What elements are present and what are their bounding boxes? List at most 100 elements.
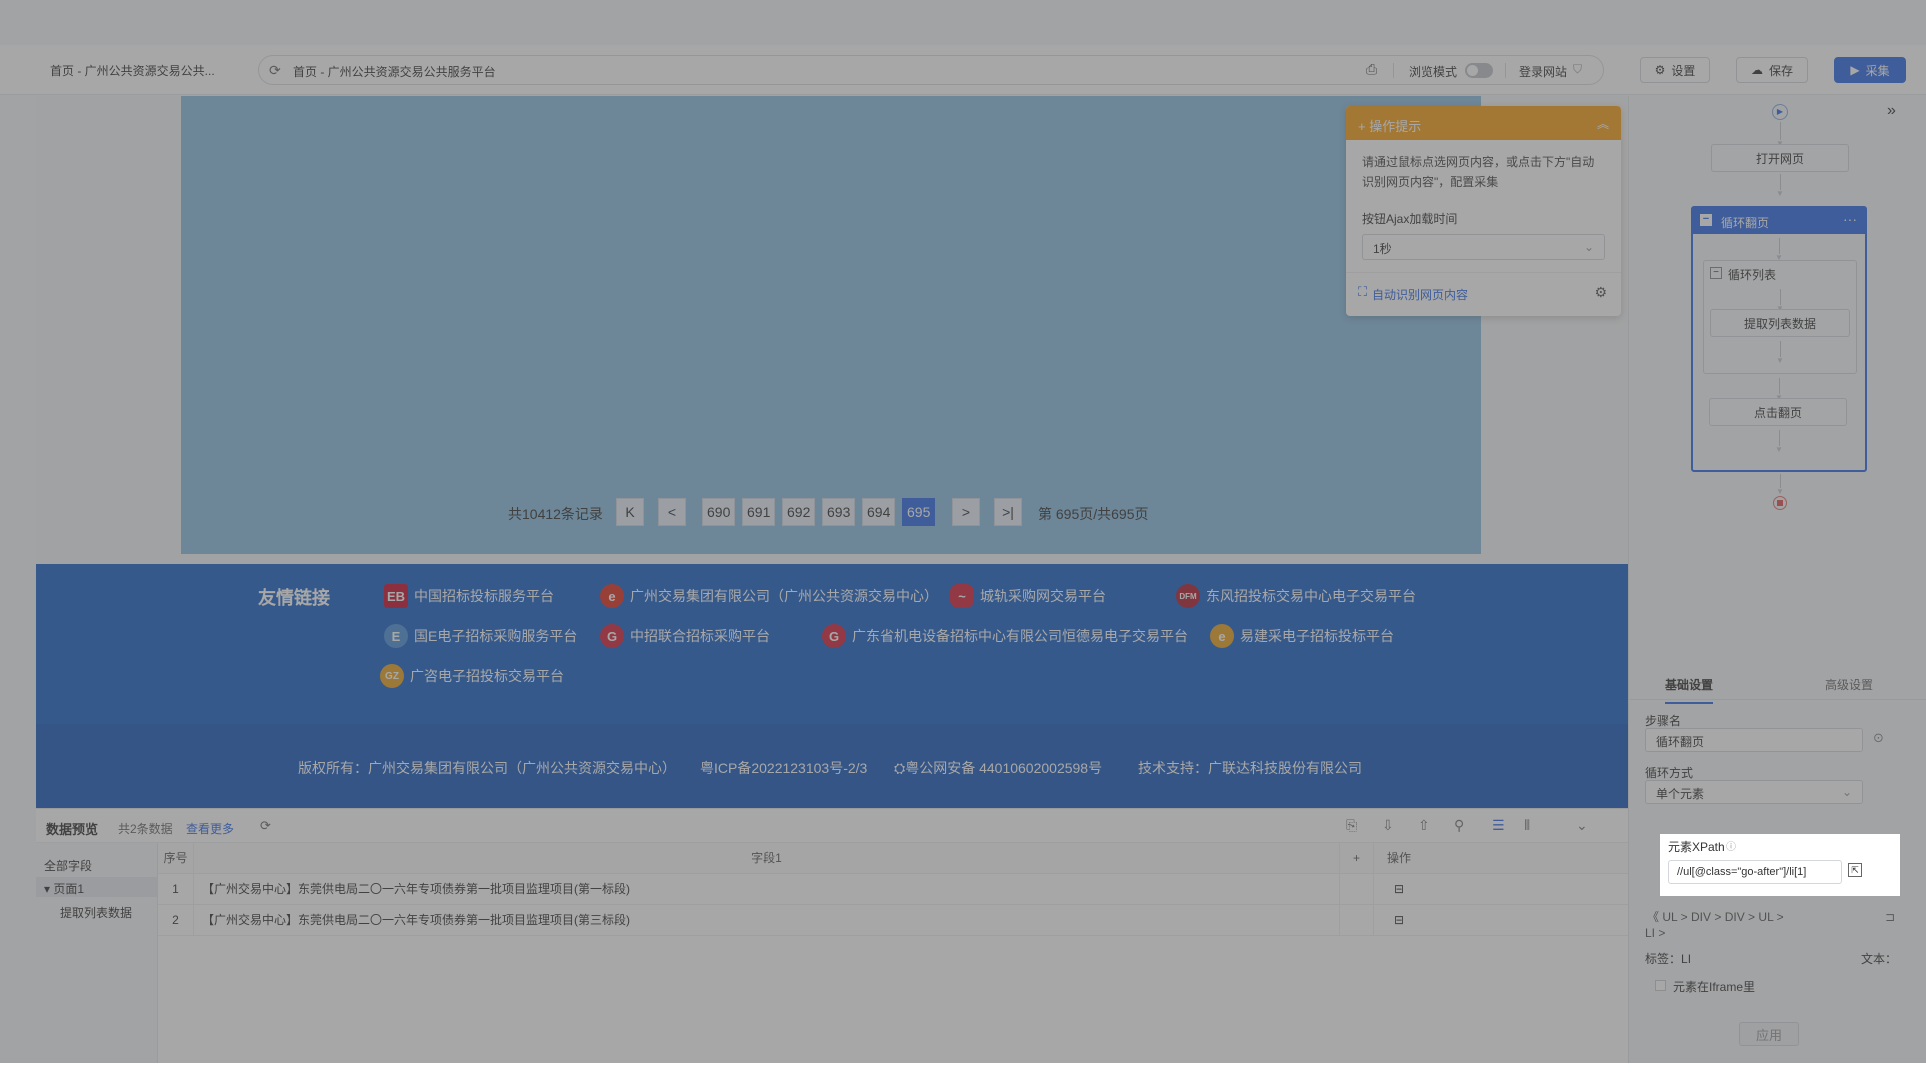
browser-tab-title[interactable]: 首页 - 广州公共资源交易公共... [50, 62, 215, 79]
crumb-item[interactable]: UL [1758, 910, 1773, 924]
address-bar[interactable]: ⟳ 首页 - 广州公共资源交易公共服务平台 ⎙ 浏览模式 登录网站 ⛉ [258, 55, 1604, 85]
tab-advanced-settings[interactable]: 高级设置 [1825, 676, 1873, 693]
xpath-highlight-box: 元素XPath ⓘ //ul[@class="go-after"]/li[1] … [1660, 834, 1900, 896]
table-row[interactable]: 1 【广州交易中心】东莞供电局二〇一六年专项债券第一批项目监理项目(第一标段) … [158, 874, 1628, 905]
friend-link[interactable]: GZ 广咨电子招投标交易平台 [380, 664, 564, 688]
friend-link[interactable]: ~ 城轨采购网交易平台 [950, 584, 1106, 608]
copy-path-icon[interactable]: ⊐ [1885, 910, 1895, 924]
flow-node-click-page[interactable]: 点击翻页 [1709, 398, 1847, 426]
save-button[interactable]: ☁ 保存 [1736, 57, 1808, 83]
row-action-icon[interactable]: ⊟ [1374, 874, 1424, 905]
friend-link[interactable]: DFM 东风招投标交易中心电子交易平台 [1176, 584, 1416, 608]
table-row[interactable]: 2 【广州交易中心】东莞供电局二〇一六年专项债券第一批项目监理项目(第三标段) … [158, 905, 1628, 936]
filter-icon[interactable]: ⚲ [1454, 817, 1464, 834]
add-column-button[interactable]: + [1340, 843, 1374, 874]
pager-page-button[interactable]: 692 [782, 498, 816, 526]
page-content-area[interactable] [181, 96, 1481, 554]
loop-mode-select[interactable]: 单个元素 ⌄ [1645, 780, 1863, 804]
more-icon[interactable]: ··· [1843, 211, 1857, 227]
divider [1505, 63, 1506, 78]
yijiancai-logo-icon: e [1210, 624, 1234, 648]
pager-active-page[interactable]: 695 [902, 498, 936, 526]
flow-node-loop-page[interactable]: − 循环翻页 ··· − 循环列表 提取列表数据 点击翻页 [1691, 206, 1867, 472]
friend-link[interactable]: EB 中国招标投标服务平台 [384, 584, 554, 608]
friend-link-label: 中国招标投标服务平台 [414, 588, 554, 604]
crumb-item[interactable]: UL [1662, 910, 1677, 924]
crumb-item[interactable]: DIV [1725, 910, 1745, 924]
refresh-icon[interactable]: ⟳ [269, 62, 285, 78]
column-header[interactable]: 字段1 [194, 843, 1340, 874]
upload-icon[interactable]: ⇧ [1418, 817, 1430, 834]
login-site-button[interactable]: 登录网站 [1519, 63, 1567, 80]
help-icon[interactable]: ⓘ [1726, 838, 1736, 853]
collapse-panel-icon[interactable]: ⌄ [1576, 817, 1588, 834]
pager-last-button[interactable]: >| [994, 498, 1022, 526]
auto-detect-button[interactable]: 自动识别网页内容 [1372, 286, 1468, 303]
pager-page-button[interactable]: 690 [702, 498, 736, 526]
pager-prev-button[interactable]: < [658, 498, 686, 526]
copyright-owner: 版权所有：广州交易集团有限公司（广州公共资源交易中心） [298, 760, 676, 776]
gear-icon[interactable]: ⚙ [1594, 284, 1607, 301]
settings-button[interactable]: ⚙ 设置 [1640, 57, 1710, 83]
start-node-icon: ▶ [1772, 104, 1788, 120]
flow-node-extract-list[interactable]: 提取列表数据 [1710, 309, 1850, 337]
ajax-time-select[interactable]: 1秒 ⌄ [1362, 234, 1605, 260]
pager-page-button[interactable]: 694 [862, 498, 896, 526]
refresh-icon[interactable]: ⟳ [260, 818, 271, 834]
import-icon[interactable]: ⇩ [1382, 817, 1394, 834]
collapse-minus-icon[interactable]: − [1710, 267, 1722, 279]
crumb-back[interactable]: 《 [1647, 910, 1659, 924]
flow-node-open-page[interactable]: 打开网页 [1711, 144, 1849, 172]
flow-node-loop-list[interactable]: − 循环列表 提取列表数据 [1703, 260, 1857, 374]
bottom-margin [0, 1063, 1926, 1086]
collapse-icon[interactable]: ︽ [1597, 115, 1609, 132]
tips-plus-icon: + [1358, 119, 1370, 134]
friend-link[interactable]: e 易建采电子招标投标平台 [1210, 624, 1394, 648]
crumb-item[interactable]: DIV [1691, 910, 1711, 924]
view-more-link[interactable]: 查看更多 [186, 820, 234, 837]
pager-page-button[interactable]: 693 [822, 498, 856, 526]
row-cell[interactable]: 【广州交易中心】东莞供电局二〇一六年专项债券第一批项目监理项目(第一标段) [194, 874, 1340, 905]
expand-panel-icon[interactable]: » [1887, 102, 1896, 120]
browse-mode-toggle[interactable] [1465, 63, 1493, 78]
friend-link[interactable]: G 中招联合招标采购平台 [600, 624, 770, 648]
police-record[interactable]: ⛭粤公网安备 44010602002598号 [894, 758, 1102, 778]
friend-link[interactable]: G 广东省机电设备招标中心有限公司恒德易电子交易平台 [822, 624, 1188, 648]
row-cell[interactable]: 【广州交易中心】东莞供电局二〇一六年专项债券第一批项目监理项目(第三标段) [194, 905, 1340, 936]
row-action-icon[interactable]: ⊟ [1374, 905, 1424, 936]
tree-all-fields[interactable]: 全部字段 [44, 857, 92, 874]
step-name-input[interactable]: 循环翻页 [1645, 728, 1863, 752]
icp-number[interactable]: 粤ICP备2022123103号-2/3 [700, 758, 867, 778]
tree-page1-label: 页面1 [53, 882, 85, 896]
tree-extract-list[interactable]: 提取列表数据 [60, 904, 132, 921]
loop-page-header[interactable]: − 循环翻页 ··· [1693, 208, 1865, 234]
iframe-checkbox[interactable] [1655, 980, 1666, 991]
dfm-logo-icon: DFM [1176, 584, 1200, 608]
pager-page-button[interactable]: 691 [742, 498, 776, 526]
list-view-icon[interactable]: ☰ [1492, 817, 1505, 834]
element-picker-icon[interactable]: ⇱ [1848, 863, 1862, 877]
address-bar-url[interactable]: 首页 - 广州公共资源交易公共服务平台 [293, 63, 496, 80]
crumb-item[interactable]: LI [1645, 926, 1655, 940]
tech-support: 技术支持：广联达科技股份有限公司 [1138, 760, 1362, 776]
pager-first-button[interactable]: K [616, 498, 644, 526]
tab-basic-settings[interactable]: 基础设置 [1665, 676, 1714, 704]
export-icon[interactable]: ⎘ [1346, 817, 1357, 834]
gear-icon: ⚙ [1654, 63, 1666, 77]
xpath-input[interactable]: //ul[@class="go-after"]/li[1] [1668, 860, 1842, 884]
tree-page1[interactable]: ▾ 页面1 [36, 877, 158, 897]
page-info-icon[interactable]: ⎙ [1366, 61, 1377, 78]
pager-next-button[interactable]: > [952, 498, 980, 526]
divider [1393, 63, 1394, 78]
apply-button[interactable]: 应用 [1739, 1022, 1799, 1046]
help-icon[interactable]: ⊙ [1873, 730, 1884, 746]
data-count: 共2条数据 [118, 822, 173, 836]
friend-link[interactable]: e 广州交易集团有限公司（广州公共资源交易中心） [600, 584, 938, 608]
collect-button[interactable]: ▶ 采集 [1834, 57, 1906, 83]
tag-label: 标签：LI [1645, 950, 1691, 967]
collapse-minus-icon[interactable]: − [1700, 214, 1712, 226]
tag-value: LI [1681, 952, 1692, 966]
xpath-label: 元素XPath [1668, 840, 1725, 854]
friend-link[interactable]: E 国E电子招标采购服务平台 [384, 624, 577, 648]
column-view-icon[interactable]: ⦀ [1524, 817, 1530, 834]
